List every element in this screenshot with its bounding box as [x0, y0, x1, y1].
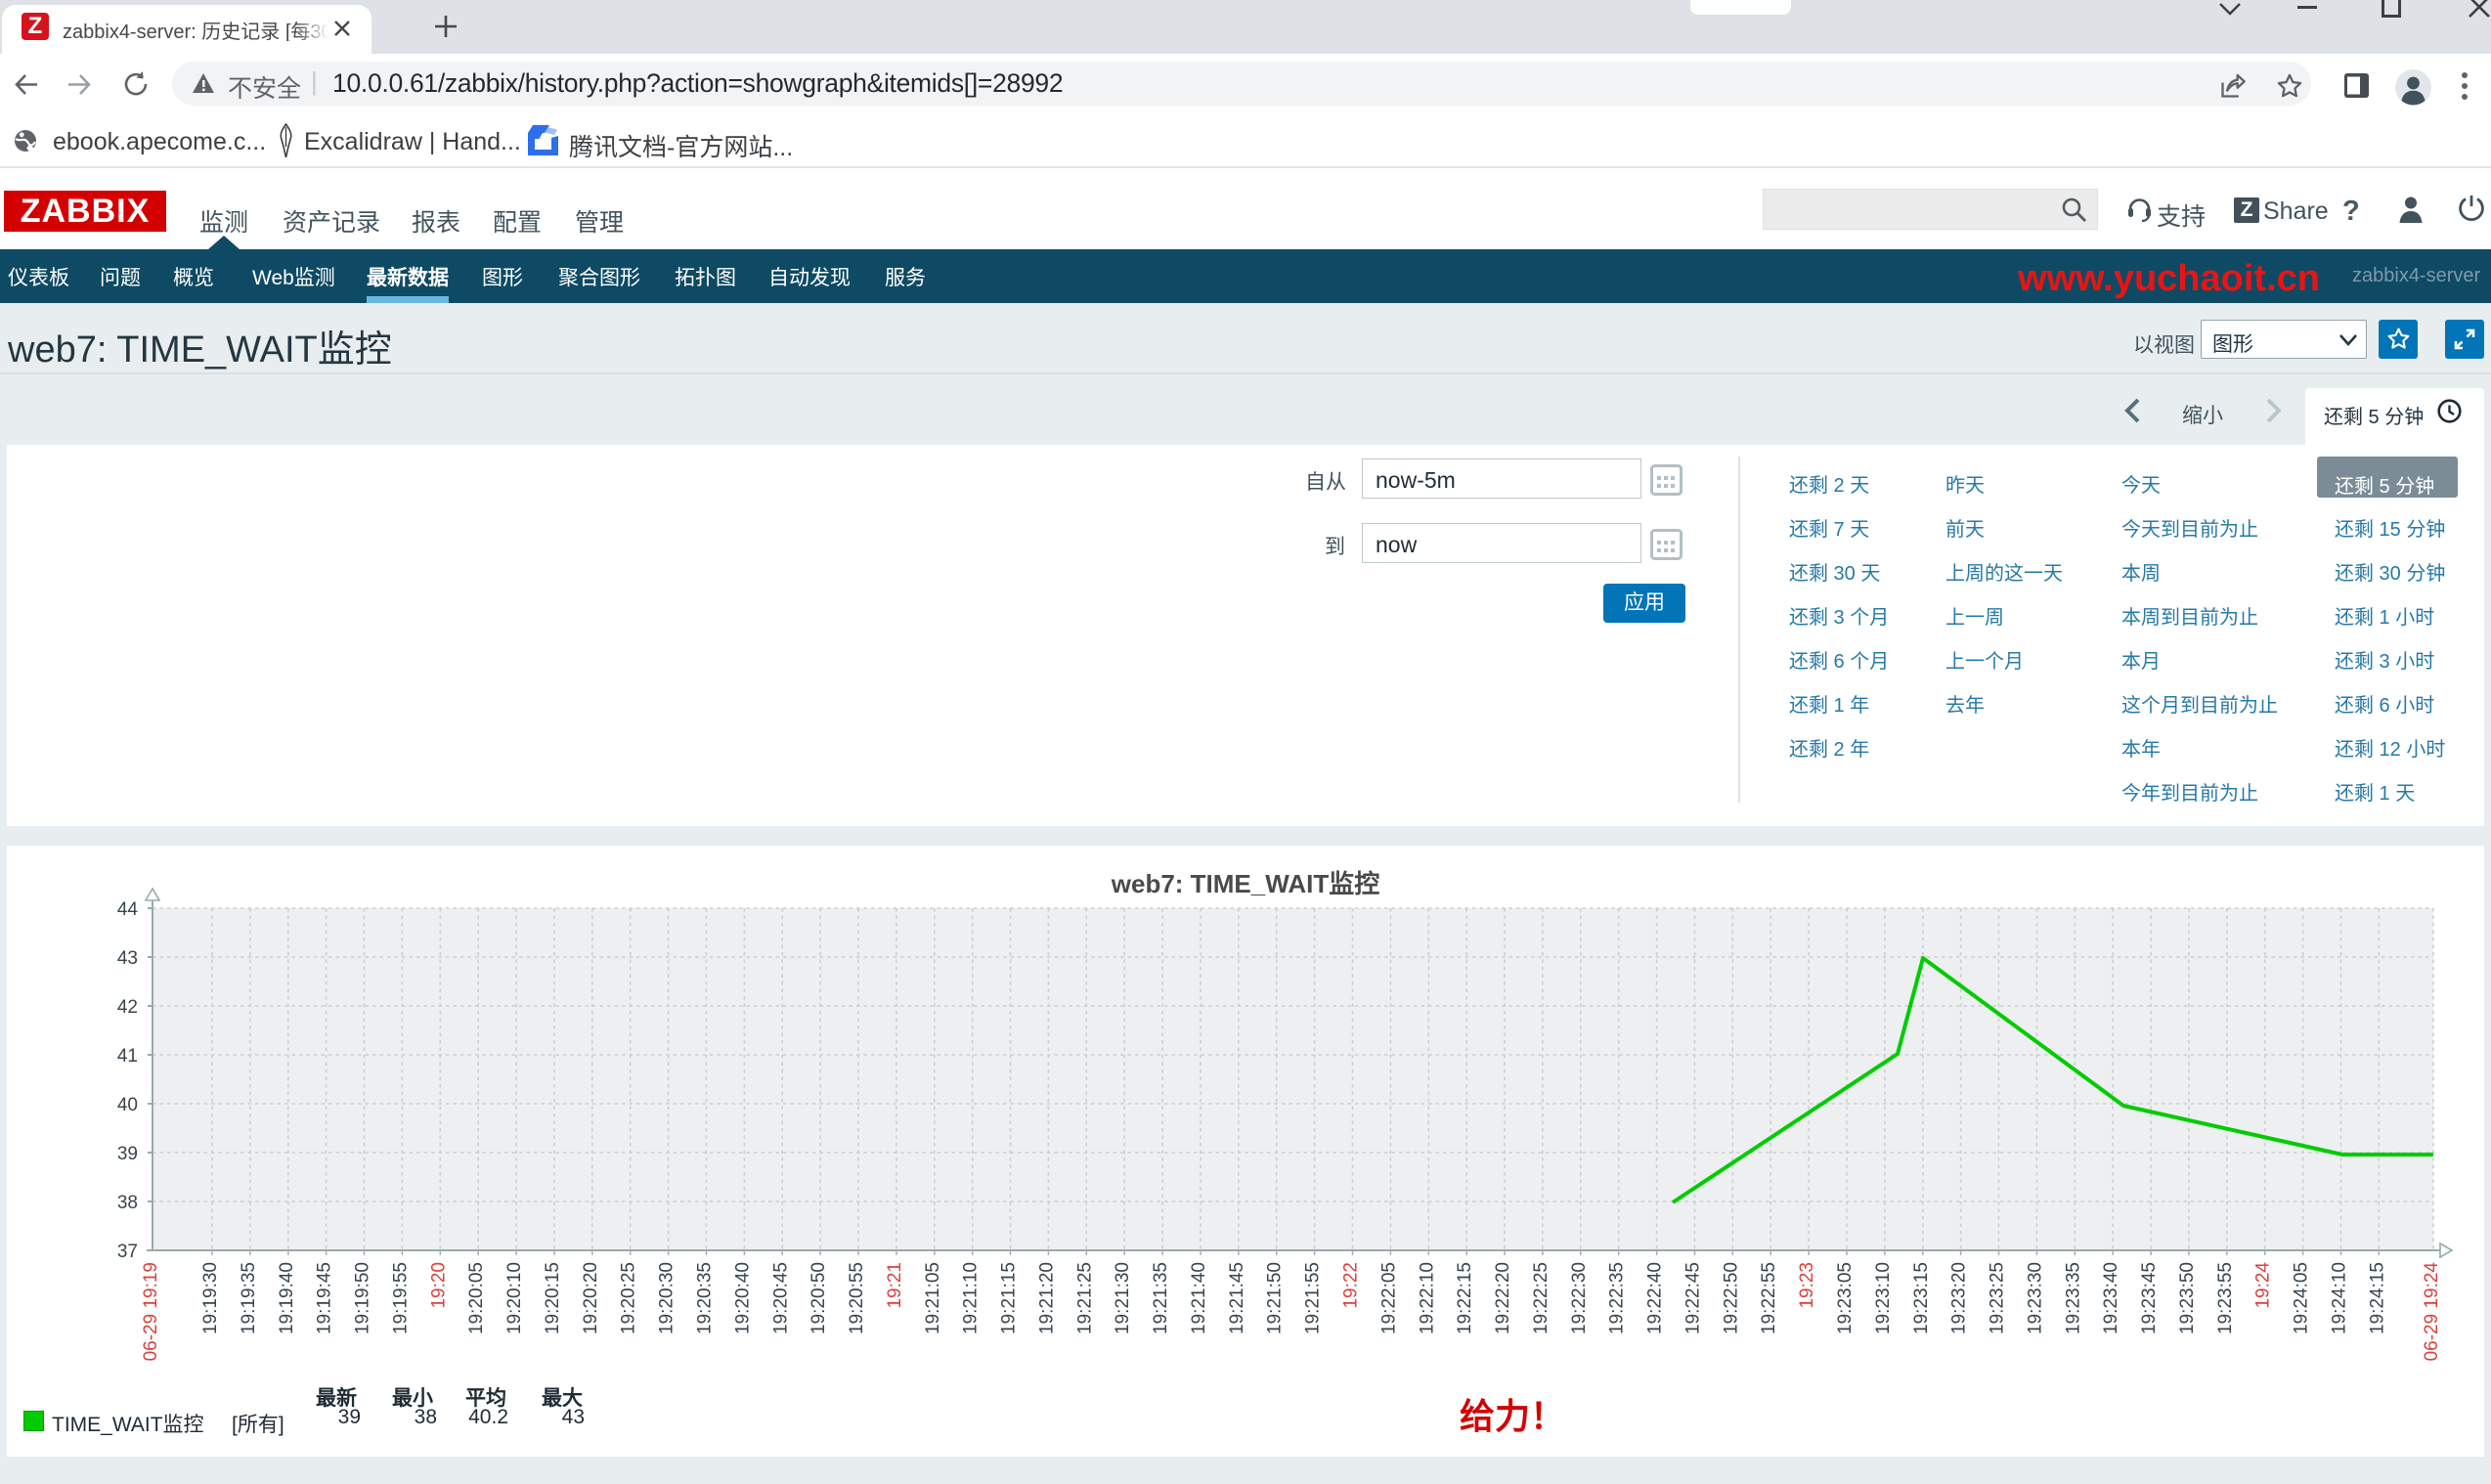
svg-text:06-29 19:24: 06-29 19:24 — [2422, 1262, 2442, 1362]
svg-text:19:19:55: 19:19:55 — [390, 1262, 411, 1334]
svg-text:19:23:50: 19:23:50 — [2177, 1262, 2198, 1334]
svg-text:19:22:25: 19:22:25 — [1531, 1262, 1551, 1334]
svg-text:19:23:45: 19:23:45 — [2139, 1262, 2160, 1334]
svg-text:19:20:20: 19:20:20 — [581, 1262, 601, 1334]
svg-text:19:19:45: 19:19:45 — [315, 1262, 335, 1334]
svg-text:19:20:30: 19:20:30 — [657, 1262, 677, 1334]
svg-text:19:19:35: 19:19:35 — [239, 1262, 259, 1334]
svg-text:19:21:45: 19:21:45 — [1227, 1262, 1247, 1334]
svg-text:19:22:20: 19:22:20 — [1493, 1262, 1513, 1334]
svg-text:06-29 19:19: 06-29 19:19 — [141, 1262, 161, 1361]
svg-text:19:22:45: 19:22:45 — [1683, 1262, 1703, 1334]
svg-text:19:21:40: 19:21:40 — [1189, 1262, 1209, 1334]
svg-text:19:23:25: 19:23:25 — [1988, 1262, 2008, 1334]
svg-text:43: 43 — [117, 948, 138, 969]
svg-text:19:21:05: 19:21:05 — [923, 1262, 943, 1334]
svg-text:19:20:55: 19:20:55 — [847, 1262, 867, 1334]
svg-text:19:22:50: 19:22:50 — [1721, 1262, 1741, 1334]
svg-text:19:22:15: 19:22:15 — [1455, 1262, 1475, 1334]
svg-text:19:22:05: 19:22:05 — [1378, 1262, 1399, 1334]
svg-text:42: 42 — [117, 997, 138, 1018]
svg-text:19:23:20: 19:23:20 — [1949, 1262, 1970, 1334]
svg-text:19:23:10: 19:23:10 — [1873, 1262, 1894, 1334]
svg-text:39: 39 — [117, 1144, 138, 1164]
svg-text:19:21:30: 19:21:30 — [1113, 1262, 1133, 1334]
svg-text:38: 38 — [117, 1193, 138, 1213]
svg-text:19:24:15: 19:24:15 — [2367, 1262, 2387, 1334]
svg-text:19:23:15: 19:23:15 — [1911, 1262, 1932, 1334]
svg-text:19:21: 19:21 — [885, 1262, 905, 1309]
svg-text:19:24:05: 19:24:05 — [2292, 1262, 2312, 1334]
svg-text:19:21:55: 19:21:55 — [1303, 1262, 1324, 1334]
svg-text:19:20:45: 19:20:45 — [770, 1262, 791, 1334]
svg-text:41: 41 — [117, 1046, 138, 1067]
svg-text:37: 37 — [117, 1242, 138, 1262]
svg-text:19:20:50: 19:20:50 — [808, 1262, 829, 1334]
svg-text:19:21:10: 19:21:10 — [961, 1262, 982, 1334]
svg-text:19:20:15: 19:20:15 — [543, 1262, 563, 1334]
svg-text:19:21:25: 19:21:25 — [1074, 1262, 1095, 1334]
svg-text:19:19:40: 19:19:40 — [277, 1262, 297, 1334]
svg-text:19:23:35: 19:23:35 — [2063, 1262, 2083, 1334]
svg-text:19:22:10: 19:22:10 — [1417, 1262, 1437, 1334]
svg-text:19:23: 19:23 — [1797, 1262, 1817, 1309]
svg-text:19:21:15: 19:21:15 — [999, 1262, 1020, 1334]
svg-text:19:22:55: 19:22:55 — [1759, 1262, 1779, 1334]
svg-text:19:20: 19:20 — [428, 1262, 449, 1309]
svg-text:19:23:30: 19:23:30 — [2025, 1262, 2045, 1334]
svg-text:19:20:10: 19:20:10 — [504, 1262, 525, 1334]
svg-text:19:22: 19:22 — [1341, 1262, 1362, 1309]
svg-text:19:22:35: 19:22:35 — [1607, 1262, 1628, 1334]
svg-text:19:20:05: 19:20:05 — [466, 1262, 487, 1334]
svg-text:19:19:50: 19:19:50 — [353, 1262, 373, 1334]
svg-text:19:23:05: 19:23:05 — [1835, 1262, 1856, 1334]
svg-text:19:19:30: 19:19:30 — [200, 1262, 221, 1334]
svg-text:19:21:20: 19:21:20 — [1036, 1262, 1057, 1334]
svg-text:19:20:40: 19:20:40 — [732, 1262, 753, 1334]
svg-text:19:24:10: 19:24:10 — [2329, 1262, 2349, 1334]
svg-text:19:24: 19:24 — [2253, 1262, 2274, 1309]
svg-text:19:21:50: 19:21:50 — [1265, 1262, 1286, 1334]
svg-text:19:20:35: 19:20:35 — [694, 1262, 715, 1334]
svg-text:19:20:25: 19:20:25 — [619, 1262, 639, 1334]
svg-text:40: 40 — [117, 1095, 138, 1115]
svg-text:19:22:40: 19:22:40 — [1645, 1262, 1666, 1334]
svg-text:44: 44 — [117, 899, 139, 920]
svg-text:19:23:40: 19:23:40 — [2101, 1262, 2121, 1334]
svg-text:19:21:35: 19:21:35 — [1151, 1262, 1171, 1334]
svg-text:19:22:30: 19:22:30 — [1569, 1262, 1590, 1334]
svg-text:19:23:55: 19:23:55 — [2215, 1262, 2236, 1334]
